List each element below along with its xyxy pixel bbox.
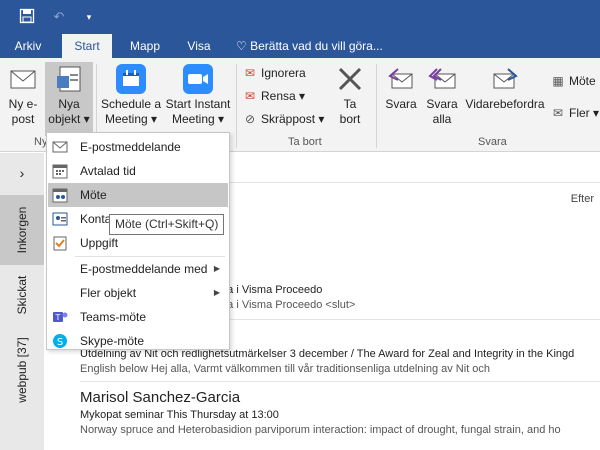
tab-visa[interactable]: Visa (176, 34, 222, 58)
delete-button[interactable]: Ta bort (332, 64, 368, 134)
lightbulb-icon: ♡ (236, 39, 247, 53)
menu-item-email[interactable]: E-postmeddelande (48, 135, 228, 159)
zoom-camera-icon (183, 64, 213, 94)
folder-skickat[interactable]: Skickat (0, 265, 44, 325)
ribbon-separator (376, 64, 377, 148)
reply-all-button[interactable]: Svara alla (422, 64, 462, 134)
calendar-icon (52, 164, 68, 179)
meeting-icon (52, 188, 68, 203)
new-email-button[interactable]: Ny e- post (2, 64, 44, 134)
reply-button[interactable]: Svara (382, 64, 420, 134)
menu-item-teams-meeting[interactable]: T Teams-möte (48, 305, 228, 329)
teams-icon: T (53, 312, 68, 322)
start-instant-meeting-button[interactable]: Start Instant Meeting ▾ (162, 64, 234, 134)
meeting-tooltip: Möte (Ctrl+Skift+Q) (109, 214, 225, 235)
more-respond-button[interactable]: ✉ Fler ▾ (550, 102, 599, 124)
forward-button[interactable]: Vidarebefordra (464, 64, 546, 134)
tab-mapp[interactable]: Mapp (122, 34, 168, 58)
menu-item-appointment[interactable]: Avtalad tid (48, 159, 228, 183)
junk-icon: ⊘ (244, 112, 256, 126)
menu-item-meeting[interactable]: Möte (48, 183, 228, 207)
save-icon[interactable] (18, 8, 36, 26)
meeting-grid-icon: ▦ (552, 74, 564, 88)
ignore-icon: ✉ (244, 66, 256, 80)
expand-folder-pane-icon[interactable]: › (0, 161, 44, 185)
group-label-delete: Ta bort (288, 136, 322, 148)
folder-rail: › Inkorgen Skickat webpub [37] (0, 153, 44, 450)
submenu-arrow-icon: ▶ (213, 288, 220, 297)
schedule-meeting-button[interactable]: Schedule a Meeting ▾ (100, 64, 162, 134)
folder-inkorgen[interactable]: Inkorgen (0, 195, 44, 265)
menu-item-email-using[interactable]: E-postmeddelande med ▶ (48, 257, 228, 281)
email-icon (52, 141, 68, 153)
ribbon-tabs: Arkiv Start Mapp Visa ♡ Berätta vad du v… (0, 34, 600, 58)
zoom-schedule-icon (116, 64, 146, 94)
undo-icon[interactable]: ↶ (50, 8, 68, 26)
quick-access-dropdown-icon[interactable]: ▾ (80, 8, 98, 26)
reply-icon (388, 68, 413, 89)
list-divider (80, 381, 600, 382)
sort-by-label[interactable]: Efter (571, 193, 594, 205)
delete-x-icon (338, 67, 362, 91)
meeting-reply-button[interactable]: ▦ Möte (550, 70, 595, 92)
new-items-menu: E-postmeddelande Avtalad tid Möte Kontak… (46, 132, 230, 350)
forward-icon (493, 68, 518, 89)
skype-icon: S (53, 334, 67, 348)
clean-up-button[interactable]: ✉ Rensa ▾ (242, 85, 305, 107)
svg-text:T: T (55, 313, 61, 322)
tab-arkiv[interactable]: Arkiv (4, 34, 52, 58)
new-email-icon (10, 70, 36, 89)
ignore-button[interactable]: ✉ Ignorera (242, 62, 306, 84)
tab-start[interactable]: Start (62, 34, 112, 58)
clean-up-icon: ✉ (244, 89, 256, 103)
menu-item-more-items[interactable]: Fler objekt ▶ (48, 281, 228, 305)
more-respond-icon: ✉ (552, 106, 564, 120)
submenu-arrow-icon: ▶ (213, 264, 220, 273)
svg-text:S: S (57, 337, 63, 348)
folder-webpub[interactable]: webpub [37] (0, 325, 44, 415)
title-bar: ↶ ▾ (0, 0, 600, 34)
reply-all-icon (428, 68, 456, 89)
ribbon-separator (236, 64, 237, 148)
menu-item-skype-meeting[interactable]: S Skype-möte (48, 329, 228, 353)
new-items-button[interactable]: Nya objekt ▾ (45, 62, 93, 136)
list-item[interactable]: Marisol Sanchez-Garcia Mykopat seminar T… (80, 388, 600, 438)
task-icon (53, 236, 67, 251)
junk-button[interactable]: ⊘ Skräppost ▾ (242, 108, 324, 130)
tell-me-search[interactable]: ♡ Berätta vad du vill göra... (236, 34, 396, 58)
group-label-respond: Svara (478, 136, 507, 148)
new-items-icon (57, 66, 81, 92)
contact-icon (52, 212, 68, 226)
